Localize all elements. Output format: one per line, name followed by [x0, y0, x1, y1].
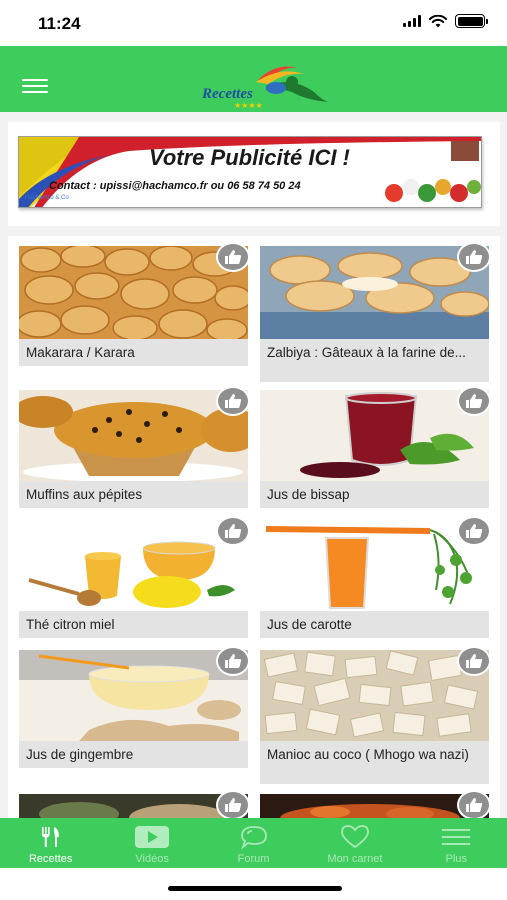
recipe-card[interactable]: Makarara / Karara	[19, 242, 250, 366]
like-button[interactable]	[457, 790, 491, 818]
tab-mon-carnet[interactable]: Mon carnet	[304, 818, 405, 868]
recipe-image	[19, 650, 248, 741]
status-bar: 11:24	[0, 0, 507, 46]
home-indicator-area	[0, 868, 507, 900]
like-button[interactable]	[216, 646, 250, 676]
signal-icon	[403, 15, 421, 27]
thumbs-up-icon	[225, 524, 242, 538]
recipe-card[interactable]: Thé citron miel	[19, 516, 250, 638]
thumbs-up-icon	[225, 250, 242, 264]
tab-label: Recettes	[28, 853, 73, 865]
recipe-image	[19, 794, 248, 818]
recipe-title: Thé citron miel	[19, 611, 248, 638]
thumbs-up-icon	[466, 798, 483, 812]
chat-bubble-icon	[236, 824, 272, 850]
like-button[interactable]	[457, 386, 491, 416]
recipe-title: Manioc au coco ( Mhogo wa nazi)	[260, 741, 489, 784]
ad-banner[interactable]: Votre Publicité ICI ! Contact : upissi@h…	[18, 136, 482, 208]
tab-plus[interactable]: Plus	[406, 818, 507, 868]
thumbs-up-icon	[466, 654, 483, 668]
tab-bar: Recettes Vidéos Forum Mon carnet Plus	[0, 818, 507, 868]
recipe-image	[19, 520, 248, 611]
thumbs-up-icon	[466, 524, 483, 538]
recipe-title: Jus de carotte	[260, 611, 489, 638]
recipe-image	[260, 794, 489, 818]
recipe-image	[260, 246, 489, 339]
like-button[interactable]	[216, 516, 250, 546]
ad-contact: Contact : upissi@hachamco.fr ou 06 58 74…	[49, 180, 301, 192]
recipe-card[interactable]	[260, 790, 491, 818]
recipe-title: Jus de bissap	[260, 481, 489, 508]
tab-label: Vidéos	[135, 853, 169, 865]
recipe-image	[260, 390, 489, 481]
tab-recettes[interactable]: Recettes	[0, 818, 101, 868]
recipe-card[interactable]: Jus de gingembre	[19, 646, 250, 768]
thumbs-up-icon	[466, 394, 483, 408]
ad-card: Votre Publicité ICI ! Contact : upissi@h…	[8, 122, 500, 226]
home-indicator[interactable]	[168, 886, 342, 891]
svg-text:★★★★: ★★★★	[234, 101, 263, 110]
recipe-image	[260, 520, 489, 611]
tab-label: Mon carnet	[327, 853, 383, 865]
recipe-title: Muffins aux pépites	[19, 481, 248, 508]
content-area[interactable]: Votre Publicité ICI ! Contact : upissi@h…	[0, 112, 507, 818]
app-logo: Recettes ★★★★	[201, 66, 328, 110]
tab-videos[interactable]: Vidéos	[101, 818, 202, 868]
recipe-image	[260, 650, 489, 741]
like-button[interactable]	[457, 646, 491, 676]
thumbs-up-icon	[466, 250, 483, 264]
recipe-image	[19, 246, 248, 339]
thumbs-up-icon	[225, 654, 242, 668]
tab-label: Plus	[445, 853, 468, 865]
recipe-card[interactable]: Zalbiya : Gâteaux à la farine de...	[260, 242, 491, 382]
like-button[interactable]	[457, 516, 491, 546]
recipe-image	[19, 390, 248, 481]
recipe-card[interactable]: Jus de bissap	[260, 386, 491, 508]
wifi-icon	[429, 14, 447, 27]
like-button[interactable]	[216, 386, 250, 416]
recipe-grid: Makarara / Karara Zalbiya : Gâteaux à la…	[8, 236, 500, 818]
ad-brand: Hachamco & Co	[25, 195, 69, 201]
recipe-title: Zalbiya : Gâteaux à la farine de...	[260, 339, 489, 382]
heart-icon	[337, 824, 373, 850]
recipe-card[interactable]	[19, 790, 250, 818]
status-time: 11:24	[38, 14, 81, 33]
recipe-card[interactable]: Muffins aux pépites	[19, 386, 250, 508]
ad-title: Votre Publicité ICI !	[149, 145, 350, 170]
recipe-card[interactable]: Jus de carotte	[260, 516, 491, 638]
app-logo-text: Recettes	[201, 86, 253, 102]
recipe-title: Makarara / Karara	[19, 339, 248, 366]
like-button[interactable]	[216, 790, 250, 818]
recipe-title: Jus de gingembre	[19, 741, 248, 768]
thumbs-up-icon	[225, 798, 242, 812]
battery-icon	[455, 14, 488, 28]
like-button[interactable]	[216, 242, 250, 272]
more-menu-icon	[438, 824, 474, 850]
fork-knife-icon	[33, 824, 69, 850]
like-button[interactable]	[457, 242, 491, 272]
thumbs-up-icon	[225, 394, 242, 408]
play-video-icon	[134, 824, 170, 850]
recipe-card[interactable]: Manioc au coco ( Mhogo wa nazi)	[260, 646, 491, 784]
status-icons	[403, 14, 488, 28]
tab-forum[interactable]: Forum	[203, 818, 304, 868]
hamburger-menu-button[interactable]	[22, 79, 48, 93]
tab-label: Forum	[237, 853, 270, 865]
